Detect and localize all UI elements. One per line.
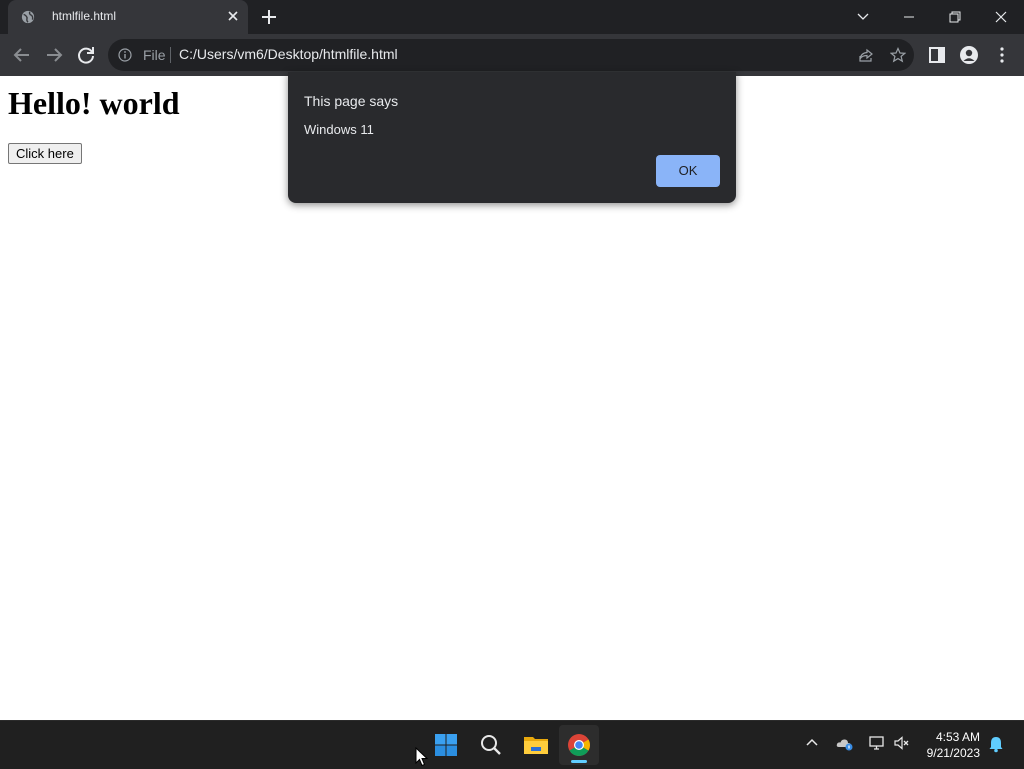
more-menu-icon[interactable] (992, 45, 1012, 65)
onedrive-icon[interactable] (836, 735, 854, 751)
notification-bell-icon[interactable] (988, 735, 1004, 753)
scheme-label: File (143, 47, 166, 63)
tab-htmlfile[interactable]: htmlfile.html (8, 0, 248, 34)
tab-title: htmlfile.html (52, 9, 117, 23)
side-panel-icon[interactable] (927, 45, 947, 65)
reload-icon[interactable] (74, 43, 98, 67)
omnibox-divider (170, 47, 171, 63)
volume-muted-icon[interactable] (893, 735, 911, 751)
restore-button[interactable] (932, 0, 978, 34)
new-tab-icon[interactable] (259, 7, 279, 27)
taskbar: 4:53 AM 9/21/2023 (0, 720, 1024, 769)
browser-toolbar: File C:/Users/vm6/Desktop/htmlfile.html (0, 34, 1024, 76)
chrome-icon (568, 734, 590, 756)
start-button[interactable] (426, 725, 466, 765)
click-here-button[interactable]: Click here (8, 143, 82, 164)
bookmark-star-icon[interactable] (890, 47, 906, 63)
file-explorer-button[interactable] (515, 725, 555, 765)
minimize-button[interactable] (886, 0, 932, 34)
clock-time: 4:53 AM (935, 730, 980, 744)
active-app-indicator (571, 760, 587, 763)
url-text[interactable]: C:/Users/vm6/Desktop/htmlfile.html (179, 46, 398, 62)
chevron-up-icon[interactable] (804, 735, 820, 751)
network-icon[interactable] (868, 735, 886, 751)
close-window-button[interactable] (978, 0, 1024, 34)
share-icon[interactable] (858, 47, 874, 63)
page-heading: Hello! world (8, 85, 180, 121)
chrome-button[interactable] (559, 725, 599, 765)
folder-icon (524, 737, 548, 754)
minimize-icon (904, 16, 914, 18)
tab-search-button[interactable] (840, 0, 886, 34)
dialog-message: Windows 11 (304, 122, 374, 137)
profile-icon[interactable] (959, 45, 979, 65)
clock[interactable]: 4:53 AM 9/21/2023 (918, 729, 980, 761)
search-button[interactable] (471, 725, 511, 765)
ok-button[interactable]: OK (656, 155, 720, 187)
chevron-down-icon (857, 13, 869, 20)
forward-arrow-icon[interactable] (42, 43, 66, 67)
search-icon (481, 735, 501, 755)
address-bar[interactable]: File C:/Users/vm6/Desktop/htmlfile.html (108, 39, 914, 71)
globe-icon (21, 10, 35, 24)
windows-logo-icon (435, 734, 457, 756)
tab-strip: htmlfile.html (0, 0, 1024, 34)
close-icon (995, 11, 1007, 23)
clock-date: 9/21/2023 (926, 746, 980, 760)
mouse-cursor-icon (415, 747, 429, 767)
info-icon[interactable] (118, 48, 132, 62)
alert-dialog: This page says Windows 11 OK (288, 72, 736, 203)
dialog-title: This page says (304, 93, 399, 109)
close-tab-icon[interactable] (225, 8, 241, 24)
restore-icon (949, 11, 961, 23)
back-arrow-icon[interactable] (10, 43, 34, 67)
